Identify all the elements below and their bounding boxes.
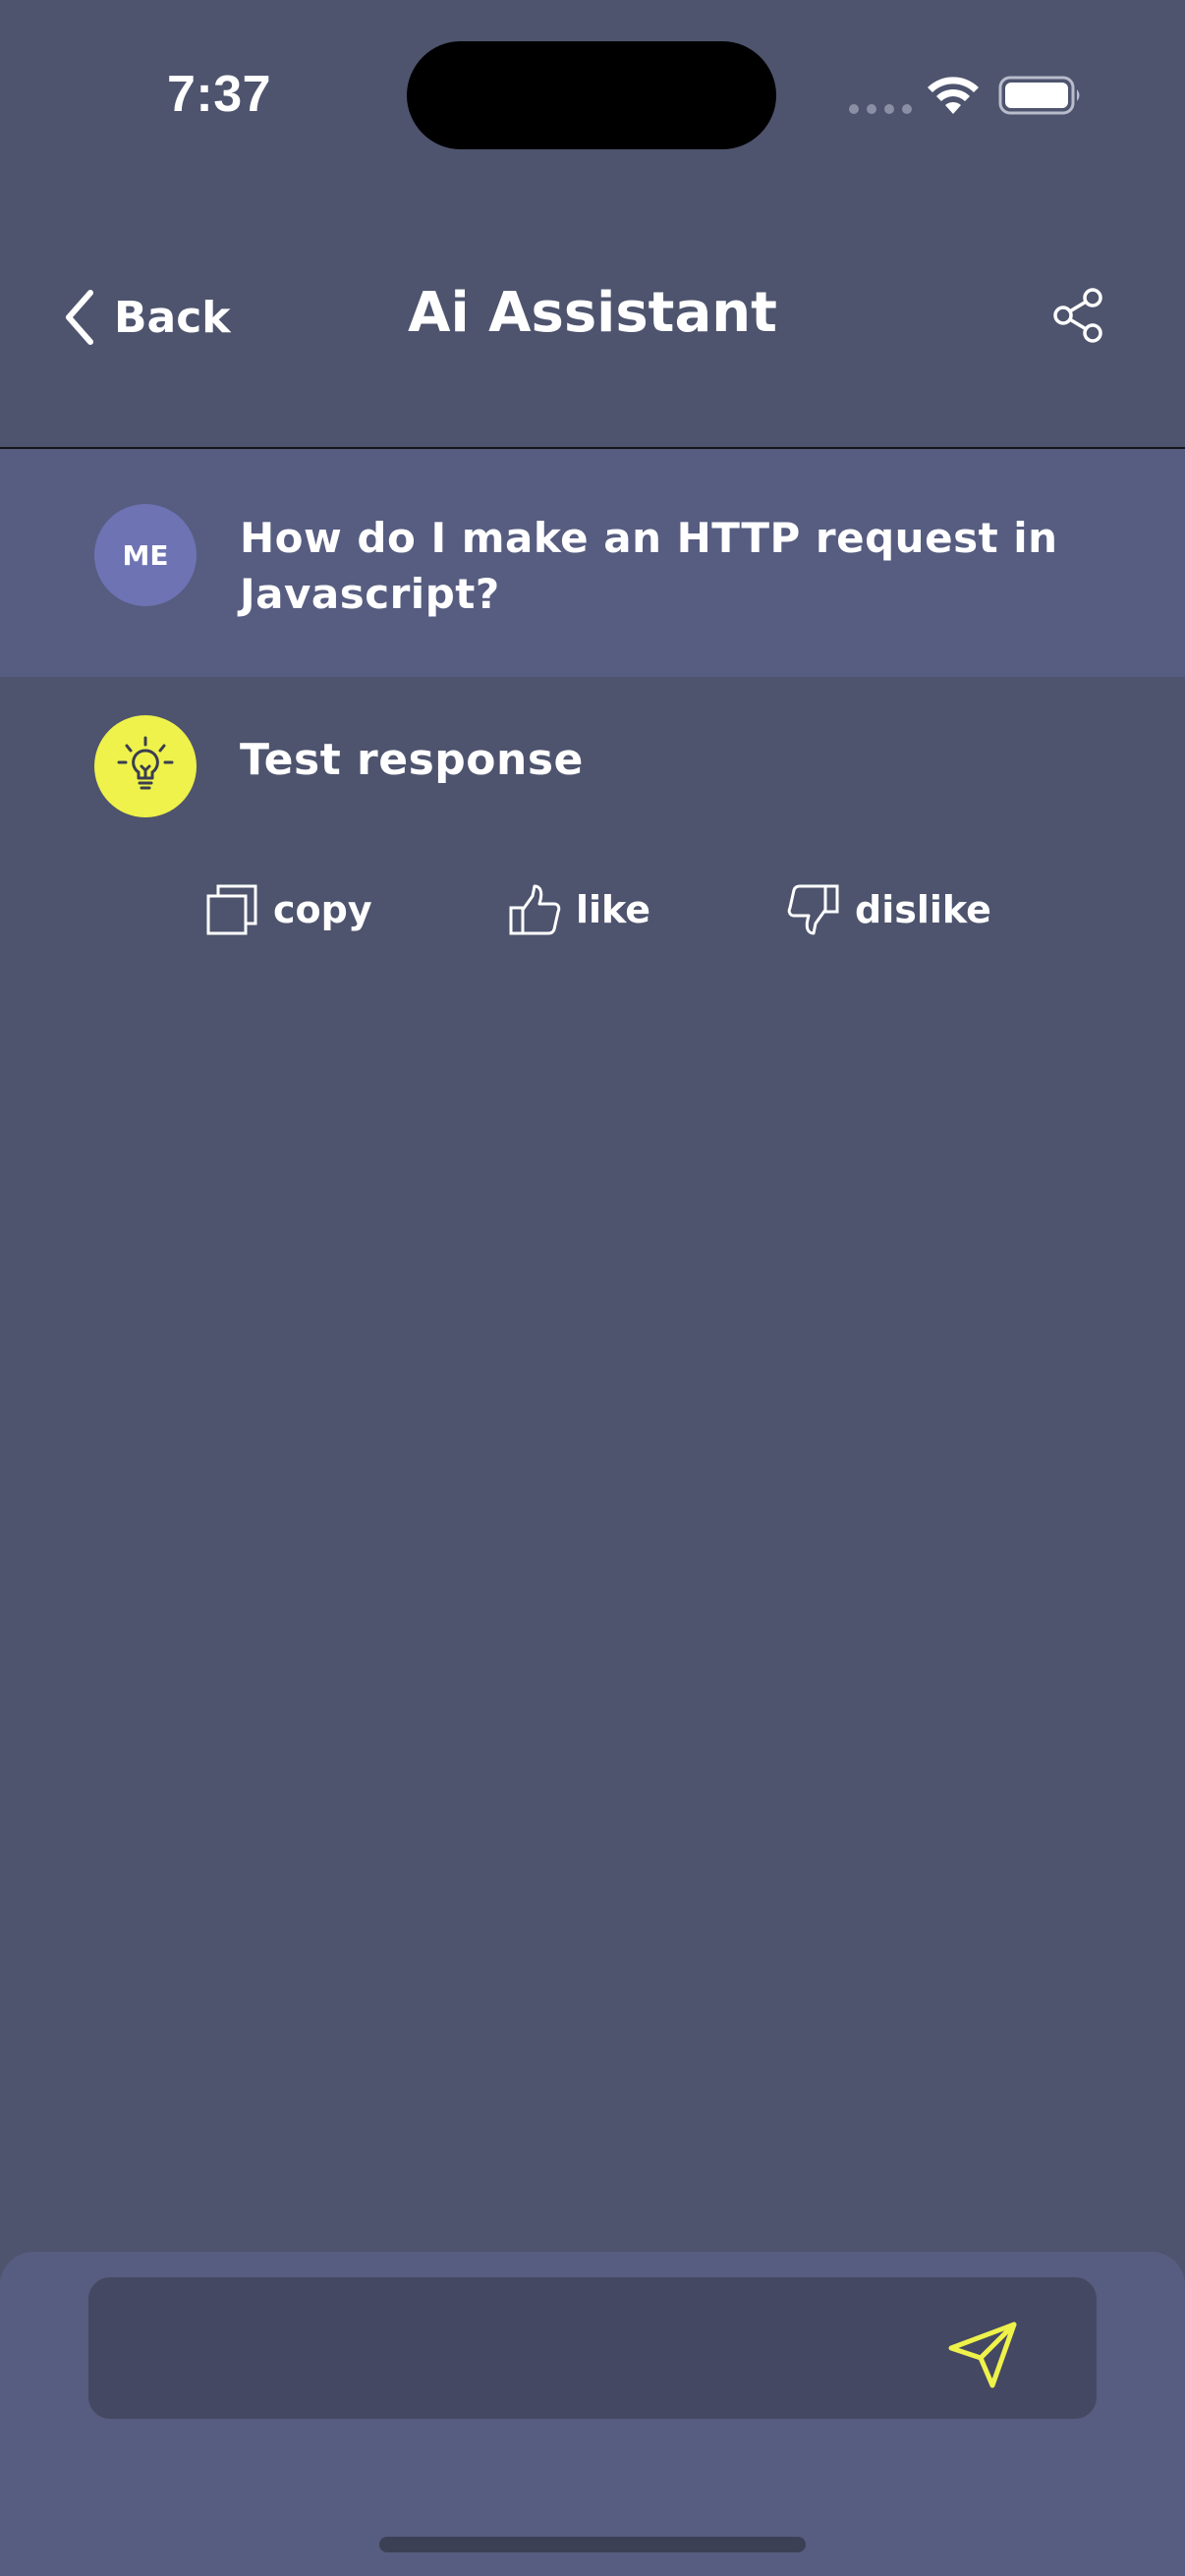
like-label: like — [576, 888, 651, 931]
copy-button[interactable]: copy — [204, 880, 372, 939]
page-title: Ai Assistant — [408, 281, 777, 345]
ai-avatar — [94, 715, 197, 817]
lightbulb-icon — [117, 736, 174, 790]
battery-icon — [998, 76, 1080, 115]
send-icon[interactable] — [943, 2315, 1022, 2393]
dynamic-island — [407, 41, 776, 149]
user-message-row: ME How do I make an HTTP request in Java… — [0, 449, 1185, 677]
status-time: 7:37 — [167, 66, 272, 123]
copy-label: copy — [273, 888, 372, 931]
thumbs-up-icon — [509, 884, 561, 935]
dislike-label: dislike — [855, 888, 991, 931]
thumbs-down-icon — [787, 884, 839, 935]
dislike-button[interactable]: dislike — [786, 880, 991, 939]
home-indicator — [379, 2537, 806, 2552]
user-message-text: How do I make an HTTP request in Javascr… — [240, 514, 1058, 618]
wifi-icon — [928, 77, 979, 114]
copy-icon — [206, 884, 257, 935]
user-avatar: ME — [94, 504, 197, 606]
share-icon[interactable] — [1049, 287, 1106, 344]
like-button[interactable]: like — [507, 880, 650, 939]
cellular-signal-icon — [849, 104, 912, 114]
ai-response-text: Test response — [240, 735, 584, 785]
screen: 7:37 Back Ai Assistant ME How do I make … — [0, 0, 1185, 2576]
